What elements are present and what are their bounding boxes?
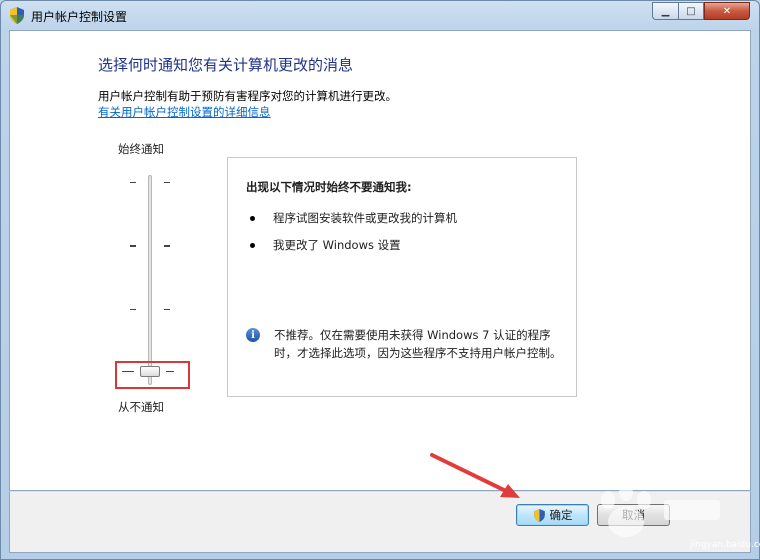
ok-button-label: 确定 — [549, 508, 573, 522]
watermark-text: jingyan.baidu.com — [690, 540, 760, 550]
bullet-icon — [250, 243, 255, 248]
slider-tick — [130, 309, 136, 310]
uac-shield-icon — [10, 7, 24, 24]
slider-tick — [164, 182, 170, 183]
slider-tick — [130, 182, 136, 183]
level-description-box: 出现以下情况时始终不要通知我: 程序试图安装软件或更改我的计算机 我更改了 Wi… — [227, 157, 577, 397]
maximize-button[interactable]: □ — [678, 2, 704, 20]
slider-tick — [130, 245, 136, 247]
list-item: 程序试图安装软件或更改我的计算机 — [250, 210, 457, 226]
bullet-text: 我更改了 Windows 设置 — [273, 238, 401, 252]
list-item: 我更改了 Windows 设置 — [250, 237, 401, 253]
baidu-watermark-icon — [601, 483, 720, 537]
title-bar[interactable]: 用户帐户控制设置 ▁ □ ✕ — [1, 1, 759, 29]
slider-bottom-label: 从不通知 — [118, 400, 164, 414]
details-link[interactable]: 有关用户帐户控制设置的详细信息 — [98, 104, 271, 120]
recommendation-note: 不推荐。仅在需要使用未获得 Windows 7 认证的程序时，才选择此选项，因为… — [274, 328, 562, 360]
page-title: 选择何时通知您有关计算机更改的消息 — [98, 56, 354, 74]
bullet-text: 程序试图安装软件或更改我的计算机 — [273, 211, 457, 225]
window-title: 用户帐户控制设置 — [31, 10, 128, 24]
info-icon: i — [246, 328, 260, 342]
slider-tick — [164, 245, 170, 247]
thumb-highlight-box — [115, 361, 190, 389]
description-text: 用户帐户控制有助于预防有害程序对您的计算机进行更改。 — [98, 89, 397, 103]
content-area: 选择何时通知您有关计算机更改的消息 用户帐户控制有助于预防有害程序对您的计算机进… — [9, 30, 751, 491]
uac-settings-window: 用户帐户控制设置 ▁ □ ✕ 选择何时通知您有关计算机更改的消息 用户帐户控制有… — [0, 0, 760, 560]
bullet-icon — [250, 216, 255, 221]
minimize-button[interactable]: ▁ — [652, 2, 678, 20]
close-button[interactable]: ✕ — [704, 2, 750, 20]
notification-slider-track[interactable] — [148, 175, 152, 385]
slider-top-label: 始终通知 — [118, 142, 164, 156]
uac-shield-icon — [533, 508, 545, 522]
slider-tick — [164, 309, 170, 310]
info-box-title: 出现以下情况时始终不要通知我: — [246, 180, 412, 194]
